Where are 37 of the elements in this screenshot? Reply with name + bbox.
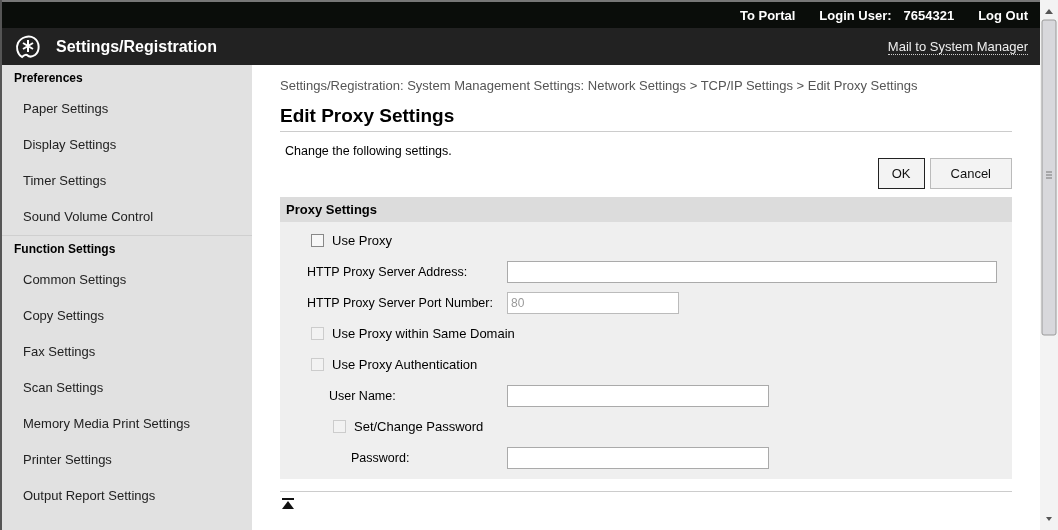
cancel-button[interactable]: Cancel	[929, 158, 1012, 189]
sidebar-item[interactable]: Scan Settings	[2, 370, 252, 406]
checkbox-label: Set/Change Password	[354, 419, 484, 434]
sidebar-item[interactable]: Paper Settings	[2, 91, 252, 127]
sidebar-item[interactable]: Display Settings	[2, 127, 252, 163]
breadcrumb: Settings/Registration: System Management Settings: Network Settings > TCP/IP Settings > Edit Proxy Settings	[280, 78, 919, 93]
field-label: HTTP Proxy Server Address:	[307, 264, 469, 279]
sidebar-item[interactable]: Output Report Settings	[2, 478, 252, 514]
field-label: User Name:	[329, 388, 397, 403]
app-title: Settings/Registration	[56, 37, 217, 56]
mail-link[interactable]: Mail to System Manager	[887, 38, 1028, 55]
checkbox[interactable]	[311, 234, 324, 247]
sidebar-heading: Function Settings	[13, 241, 117, 258]
input-field[interactable]	[507, 260, 997, 283]
sidebar-item[interactable]: Common Settings	[2, 262, 252, 298]
scroll-to-top-icon[interactable]	[282, 498, 294, 509]
sidebar-item[interactable]: Copy Settings	[2, 298, 252, 334]
sidebar-item[interactable]: Printer Settings	[2, 442, 252, 478]
scrollbar[interactable]	[1040, 0, 1058, 530]
sidebar-item[interactable]: Fax Settings	[2, 334, 252, 370]
sidebar-item[interactable]: Memory Media Print Settings	[2, 406, 252, 442]
sidebar-heading: Preferences	[13, 70, 84, 87]
ok-button[interactable]: OK	[877, 158, 925, 189]
checkbox-label: Use Proxy	[332, 233, 392, 248]
checkbox-label: Use Proxy within Same Domain	[332, 326, 515, 341]
page-title: Edit Proxy Settings	[280, 105, 1012, 132]
field-label: HTTP Proxy Server Port Number:	[307, 295, 494, 310]
portal-link[interactable]: To Portal	[739, 7, 796, 23]
logout-link[interactable]: Log Out	[978, 7, 1028, 23]
section-heading: Proxy Settings	[280, 197, 1012, 222]
checkbox-label: Use Proxy Authentication	[332, 357, 478, 372]
login-user: 7654321	[903, 7, 955, 23]
instruction-text: Change the following settings.	[284, 143, 453, 158]
field-label: Password:	[351, 450, 411, 465]
login-label: Login User:	[819, 7, 892, 23]
sidebar-item[interactable]: Sound Volume Control	[2, 199, 252, 235]
sidebar-item[interactable]: Timer Settings	[2, 163, 252, 199]
